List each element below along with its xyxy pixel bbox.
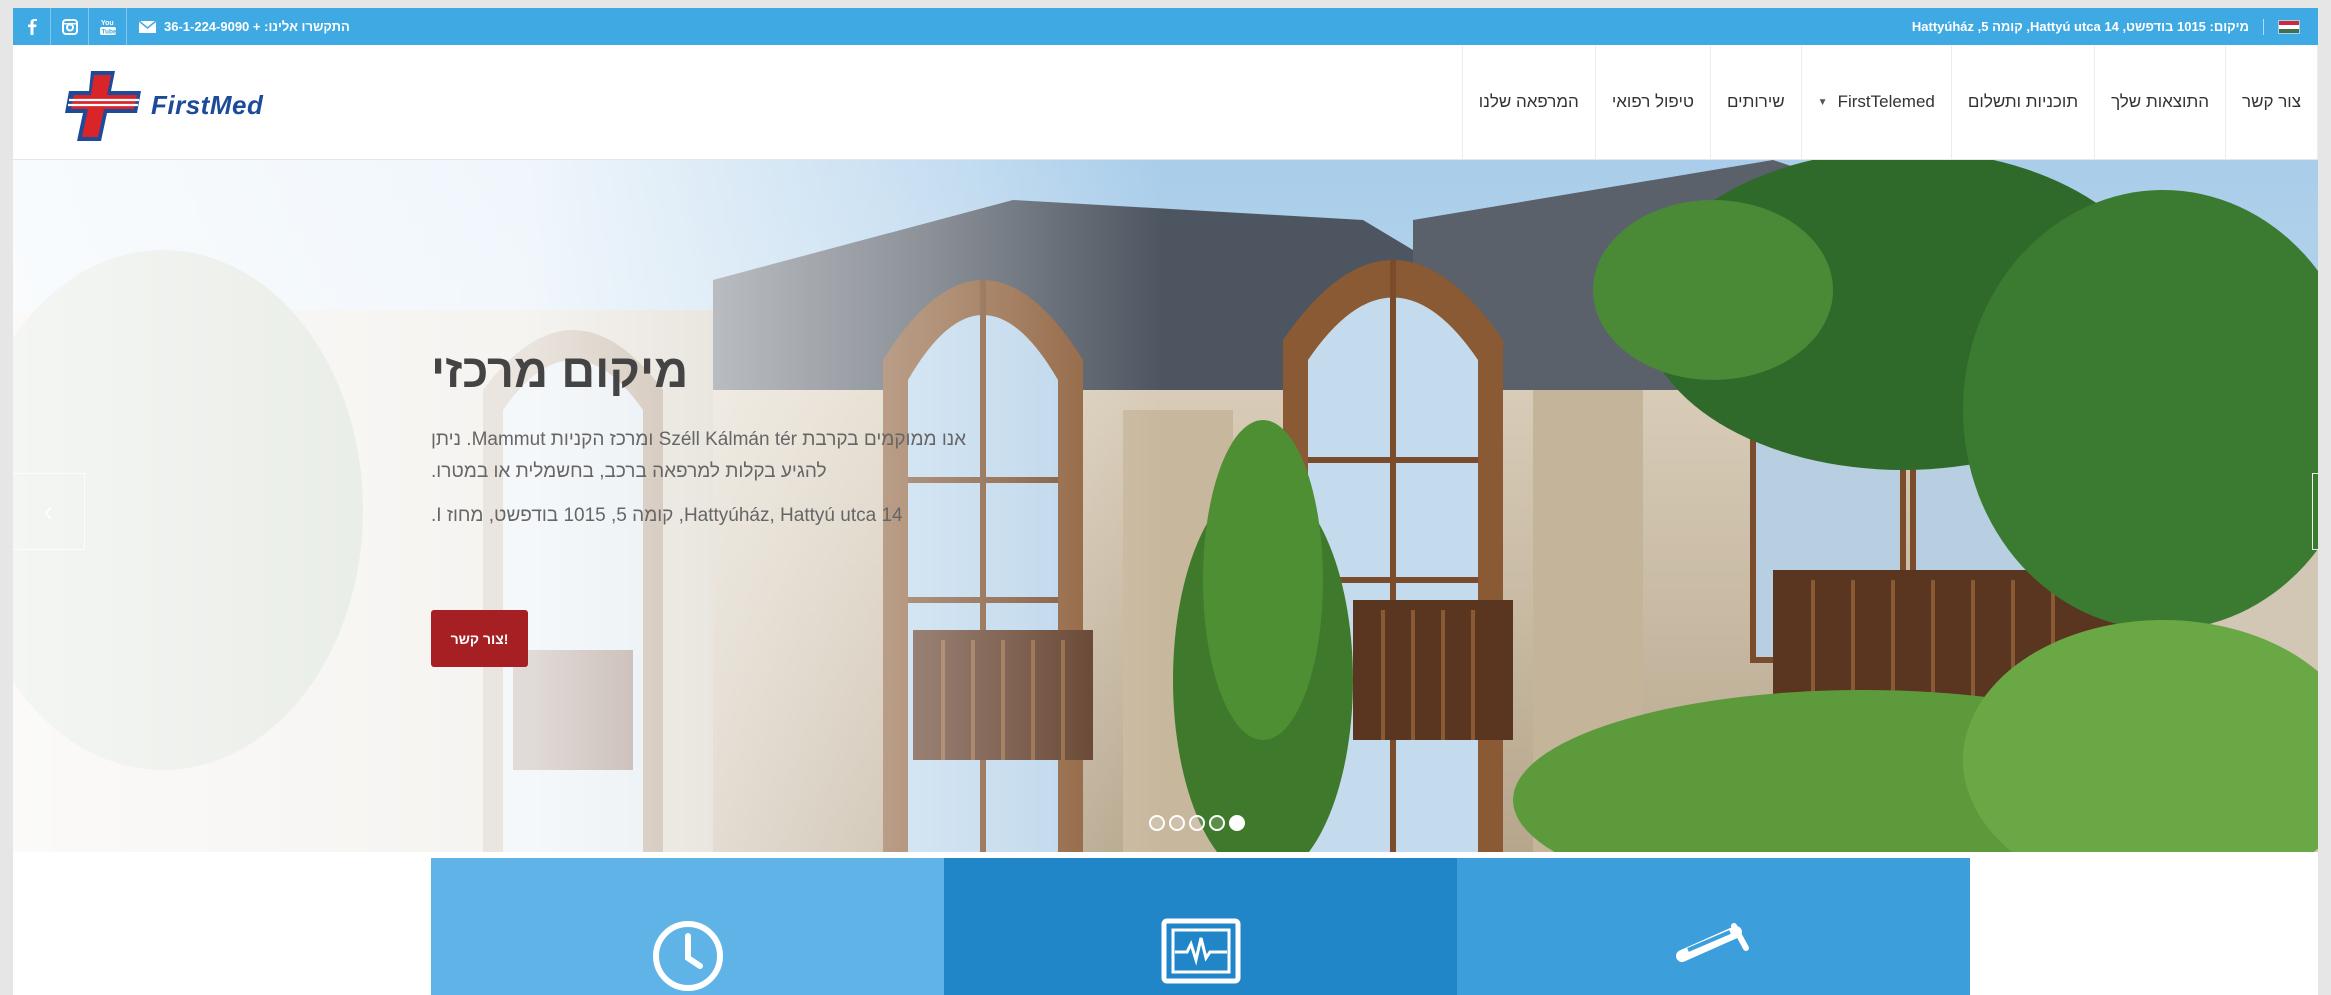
chevron-left-icon: ‹: [43, 494, 54, 528]
nav-medical-care-label: טיפול רפואי: [1611, 92, 1694, 111]
top-bar-divider: [2263, 18, 2264, 35]
clock-icon: [652, 921, 723, 991]
slider-dot-2[interactable]: [1169, 815, 1185, 831]
slider-next-arrow[interactable]: [2312, 473, 2318, 550]
nav-services[interactable]: שירותים: [1709, 45, 1801, 159]
slider-dot-1[interactable]: [1149, 815, 1165, 831]
nav-plans-payment[interactable]: תוכניות ותשלום: [1950, 45, 2094, 159]
hero-paragraph-location: אנו ממוקמים בקרבת Széll Kálmán tér ומרכז…: [431, 429, 967, 482]
hero-slider: מיקום מרכזי אנו ממוקמים בקרבת Széll Kálm…: [13, 160, 2318, 852]
slider-dot-4[interactable]: [1209, 815, 1225, 831]
mail-icon[interactable]: [139, 20, 156, 33]
logo[interactable]: FirstMed: [65, 67, 305, 143]
heart-monitor-icon: [1161, 918, 1240, 984]
contact-us-button[interactable]: צור קשר!: [431, 610, 528, 667]
hungary-flag-icon[interactable]: [2278, 19, 2300, 34]
nav-firsttelemed-label: FirstTelemed: [1837, 92, 1935, 111]
facebook-icon[interactable]: [13, 8, 51, 45]
top-bar-right: מיקום: 1015 בודפשט, Hattyú utca 14, קומה…: [1912, 8, 2300, 45]
nav-your-results[interactable]: התוצאות שלך: [2094, 45, 2225, 159]
slider-prev-arrow[interactable]: ‹: [13, 473, 85, 550]
logo-cross-icon: [65, 71, 141, 141]
contact-info: התקשרו אלינו: + 36-1-224-9090: [139, 19, 350, 34]
top-bar-left: You Tube התקשרו אלינו: + 36-1-224-9090: [13, 8, 350, 45]
nav-your-results-label: התוצאות שלך: [2111, 92, 2209, 111]
youtube-icon[interactable]: You Tube: [89, 8, 127, 45]
nav-our-clinic[interactable]: המרפאה שלנו: [1461, 45, 1595, 159]
address-text: מיקום: 1015 בודפשט, Hattyú utca 14, קומה…: [1911, 19, 2249, 34]
hero-title: מיקום מרכזי: [431, 344, 689, 397]
slider-dots: [1149, 815, 1245, 831]
nav-medical-care[interactable]: טיפול רפואי: [1594, 45, 1710, 159]
main-nav: צור קשר התוצאות שלך תוכניות ותשלום First…: [1461, 45, 2318, 159]
test-tube-icon: [1675, 923, 1749, 962]
page: You Tube התקשרו אלינו: + 36-1-224-9090 מי…: [13, 8, 2318, 995]
dropdown-caret-icon: ▼: [1817, 96, 1828, 108]
slider-dot-3[interactable]: [1189, 815, 1205, 831]
nav-plans-payment-label: תוכניות ותשלום: [1967, 92, 2079, 111]
feature-box-hours[interactable]: [431, 858, 944, 995]
slider-dot-5[interactable]: [1229, 815, 1245, 831]
nav-services-label: שירותים: [1726, 92, 1785, 111]
feature-boxes: [431, 858, 1970, 995]
feature-box-monitoring[interactable]: [944, 858, 1457, 995]
contact-phone-text: התקשרו אלינו: + 36-1-224-9090: [164, 19, 350, 34]
nav-contact-label: צור קשר: [2241, 92, 2301, 111]
instagram-icon[interactable]: [51, 8, 89, 45]
hero-paragraph-address: Hattyúház, Hattyú utca 14, קומה 5, 1015 …: [431, 505, 903, 526]
svg-text:Tube: Tube: [101, 28, 116, 35]
nav-firsttelemed[interactable]: FirstTelemed ▼: [1800, 45, 1951, 159]
nav-our-clinic-label: המרפאה שלנו: [1478, 92, 1579, 111]
logo-text: FirstMed: [151, 89, 264, 120]
hero-content: מיקום מרכזי אנו ממוקמים בקרבת Széll Kálm…: [431, 343, 991, 532]
nav-contact[interactable]: צור קשר: [2224, 45, 2318, 159]
feature-box-lab[interactable]: [1457, 858, 1970, 995]
svg-text:You: You: [101, 20, 114, 27]
site-header: FirstMed צור קשר התוצאות שלך תוכניות ותש…: [13, 45, 2318, 160]
top-bar: You Tube התקשרו אלינו: + 36-1-224-9090 מי…: [13, 8, 2318, 45]
